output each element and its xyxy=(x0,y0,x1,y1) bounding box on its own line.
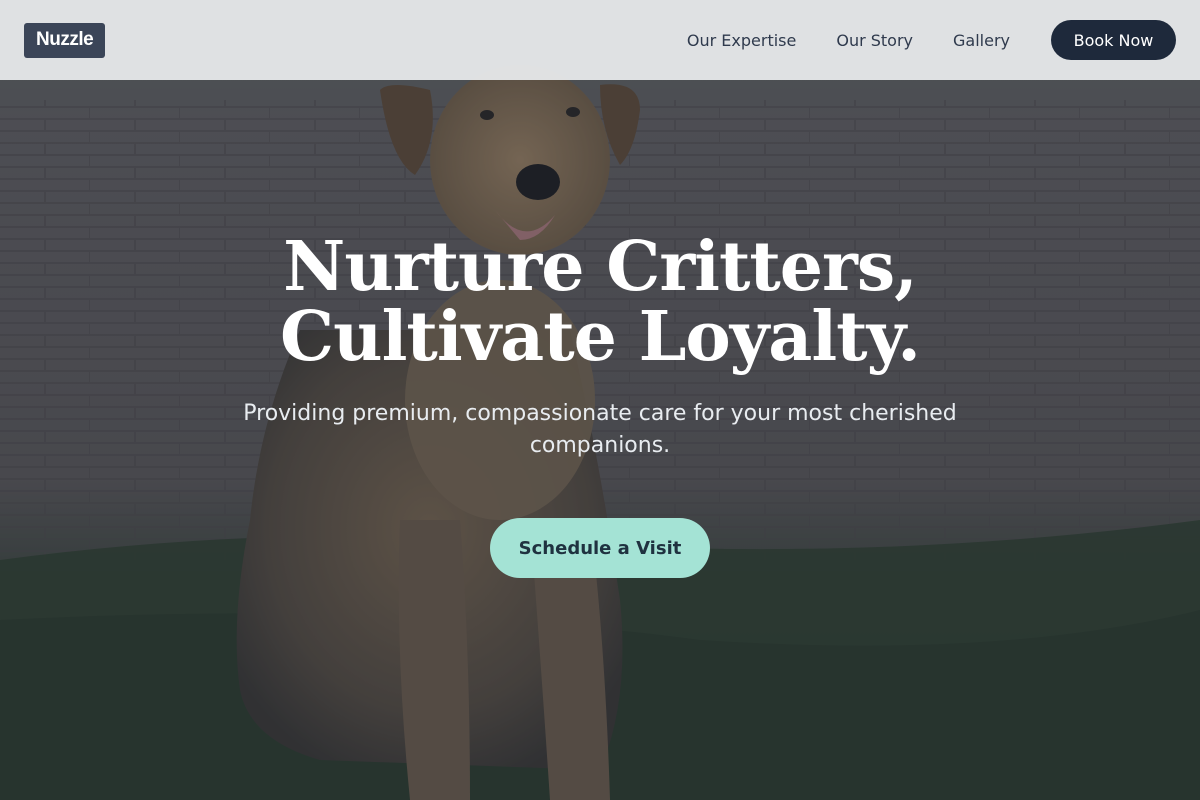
nav-link-gallery[interactable]: Gallery xyxy=(953,31,1010,50)
nav-link-our-story[interactable]: Our Story xyxy=(836,31,913,50)
nav-link-our-expertise[interactable]: Our Expertise xyxy=(687,31,796,50)
brand-logo[interactable]: Nuzzle xyxy=(24,22,106,58)
main-nav: Our Expertise Our Story Gallery Book Now xyxy=(687,20,1176,60)
site-header: Nuzzle Our Expertise Our Story Gallery B… xyxy=(0,0,1200,80)
hero-subtitle: Providing premium, compassionate care fo… xyxy=(243,401,957,458)
book-now-button[interactable]: Book Now xyxy=(1051,20,1176,60)
hero-title-line-2: Cultivate Loyalty. xyxy=(280,297,921,377)
hero-title-line-1: Nurture Critters, xyxy=(283,227,918,307)
hero-title: Nurture Critters, Cultivate Loyalty. xyxy=(0,232,1200,372)
hero-content: Nurture Critters, Cultivate Loyalty. Pro… xyxy=(0,232,1200,578)
schedule-visit-button[interactable]: Schedule a Visit xyxy=(490,518,710,578)
